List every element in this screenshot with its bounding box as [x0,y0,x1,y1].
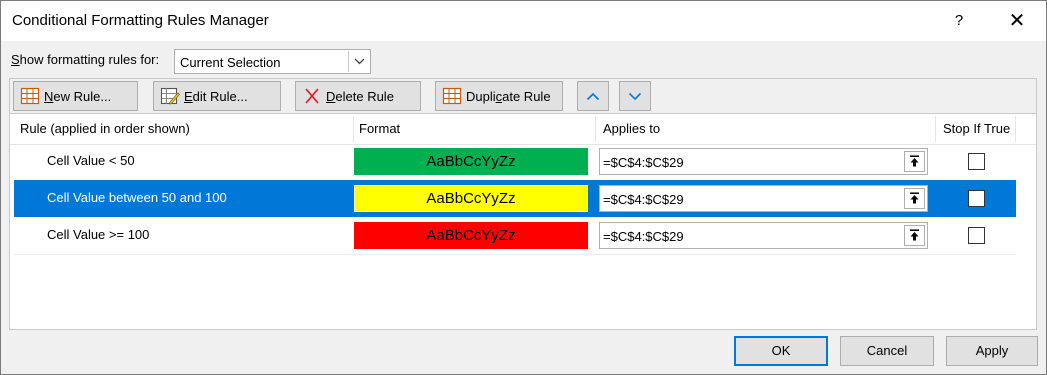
chevron-up-icon [586,92,600,100]
new-rule-button[interactable]: New Rule... [13,81,138,111]
column-header-format[interactable]: Format [359,114,400,144]
show-rules-selected-value: Current Selection [180,55,281,70]
apply-button[interactable]: Apply [946,336,1038,366]
column-header-rule[interactable]: Rule (applied in order shown) [20,114,190,144]
column-divider [595,116,596,142]
title-bar: Conditional Formatting Rules Manager ? ✕ [1,1,1046,41]
column-header-applies-to[interactable]: Applies to [603,114,660,144]
new-rule-icon [20,87,40,105]
format-preview: AaBbCcYyZz [354,222,588,249]
chevron-down-icon [628,92,642,100]
collapse-arrow-icon [910,192,919,204]
chevron-down-icon[interactable] [348,51,369,72]
duplicate-rule-label-pre: Dupli [466,88,496,104]
duplicate-rule-button[interactable]: Duplicate Rule [435,81,563,111]
applies-to-input[interactable]: =$C$4:$C$29 [599,222,928,249]
column-header-stop-if-true[interactable]: Stop If True [943,114,1010,144]
stop-if-true-checkbox[interactable] [968,227,985,244]
applies-to-value: =$C$4:$C$29 [603,192,684,207]
applies-to-input[interactable]: =$C$4:$C$29 [599,148,928,175]
duplicate-rule-label: ate Rule [502,88,551,104]
collapse-range-button[interactable] [904,151,925,172]
dialog-title: Conditional Formatting Rules Manager [12,12,269,29]
row-divider [14,254,1016,255]
rule-row-selected[interactable]: Cell Value between 50 and 100 AaBbCcYyZz… [14,180,1016,217]
delete-x-icon [302,87,322,105]
show-rules-accesskey: S [11,52,20,67]
delete-rule-accesskey: D [326,88,336,104]
close-button[interactable]: ✕ [999,5,1035,37]
delete-rule-label: elete Rule [335,88,394,104]
show-rules-label-text: how formatting rules for: [19,52,160,67]
delete-rule-button[interactable]: Delete Rule [295,81,421,111]
rule-description: Cell Value between 50 and 100 [47,190,227,205]
format-preview: AaBbCcYyZz [354,185,588,212]
ok-button[interactable]: OK [734,336,828,366]
move-down-button[interactable] [619,81,651,111]
rule-description: Cell Value < 50 [47,153,135,168]
new-rule-label: ew Rule... [53,88,112,104]
column-divider [353,116,354,142]
applies-to-value: =$C$4:$C$29 [603,229,684,244]
cancel-button[interactable]: Cancel [840,336,934,366]
new-rule-accesskey: N [44,88,54,104]
applies-to-input[interactable]: =$C$4:$C$29 [599,185,928,212]
show-rules-label: Show formatting rules for: [11,52,159,67]
edit-rule-accesskey: E [184,88,193,104]
collapse-arrow-icon [910,155,919,167]
rule-row[interactable]: Cell Value < 50 AaBbCcYyZz =$C$4:$C$29 [14,143,1016,180]
stop-if-true-checkbox[interactable] [968,153,985,170]
rule-row[interactable]: Cell Value >= 100 AaBbCcYyZz =$C$4:$C$29 [14,217,1016,254]
stop-if-true-checkbox[interactable] [968,190,985,207]
edit-rule-label: dit Rule... [192,88,248,104]
collapse-range-button[interactable] [904,225,925,246]
column-divider [1015,116,1016,142]
duplicate-rule-icon [442,87,462,105]
collapse-arrow-icon [910,229,919,241]
format-preview: AaBbCcYyZz [354,148,588,175]
applies-to-value: =$C$4:$C$29 [603,155,684,170]
edit-rule-icon [160,87,181,105]
show-rules-dropdown[interactable]: Current Selection [174,49,371,74]
rules-manager-dialog: Conditional Formatting Rules Manager ? ✕… [0,0,1047,375]
edit-rule-button[interactable]: Edit Rule... [153,81,281,111]
collapse-range-button[interactable] [904,188,925,209]
help-button[interactable]: ? [941,5,977,37]
rule-description: Cell Value >= 100 [47,227,150,242]
move-up-button[interactable] [577,81,609,111]
column-divider [935,116,936,142]
rules-grid: Rule (applied in order shown) Format App… [9,114,1037,330]
